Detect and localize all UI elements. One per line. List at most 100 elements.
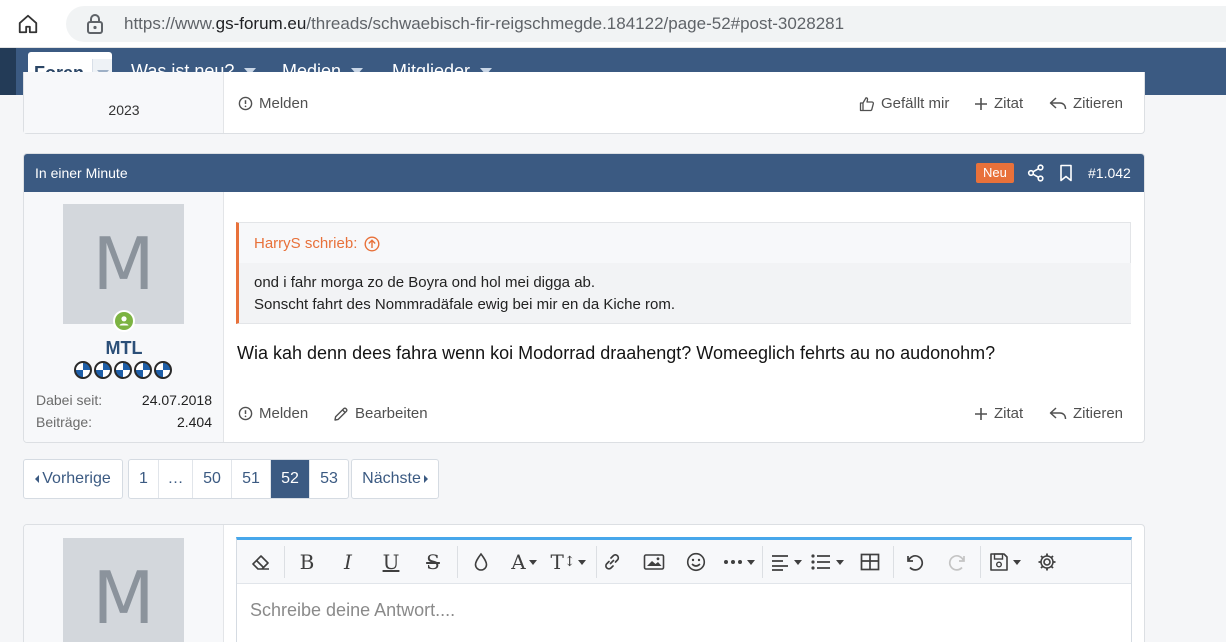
avatar[interactable]: M: [63, 204, 184, 324]
toolbar-divider: [284, 546, 285, 578]
toolbar-divider: [596, 546, 597, 578]
post-number[interactable]: #1.042: [1088, 165, 1131, 181]
reply-user-column: M: [24, 525, 224, 642]
toolbar-divider: [762, 546, 763, 578]
page-link[interactable]: 53: [310, 460, 348, 498]
previous-page-label: Vorherige: [42, 470, 111, 487]
redo-icon[interactable]: [946, 550, 970, 574]
quote-line: Sonscht fahrt des Nommradäfale ewig bei …: [254, 296, 676, 313]
page-list: 1 … 50 51 52 53: [128, 459, 349, 499]
user-rank-icons: [74, 361, 172, 379]
previous-page-button[interactable]: Vorherige: [23, 459, 123, 499]
toolbar-divider: [893, 546, 894, 578]
previous-post: 2023 Melden Gefällt mir Zitat Zitieren: [23, 72, 1145, 134]
toolbar-divider: [980, 546, 981, 578]
posts-row: Beiträge: 2.404: [36, 414, 212, 430]
multiquote-link[interactable]: Zitat: [974, 405, 1023, 422]
page-link[interactable]: 51: [232, 460, 271, 498]
align-icon[interactable]: [770, 550, 804, 574]
quote-author[interactable]: HarryS schrieb:: [254, 235, 380, 252]
image-icon[interactable]: [641, 550, 667, 574]
next-page-button[interactable]: Nächste: [351, 459, 439, 499]
post-message: Wia kah denn dees fahra wenn koi Modorra…: [237, 343, 996, 363]
posts-label: Beiträge:: [36, 414, 93, 430]
rank-badge-icon: [94, 361, 112, 379]
username[interactable]: MTL: [24, 338, 224, 359]
clear-formatting-icon[interactable]: [248, 550, 274, 574]
multiquote-link[interactable]: Zitat: [974, 95, 1023, 112]
page-link[interactable]: 1: [129, 460, 159, 498]
browser-toolbar: https://www.gs-forum.eu/threads/schwaebi…: [0, 0, 1226, 48]
text-color-icon[interactable]: [469, 550, 493, 574]
share-icon[interactable]: [1026, 163, 1046, 183]
posts-value[interactable]: 2.404: [177, 414, 212, 430]
plus-icon: [975, 407, 987, 420]
chevron-right-icon: [423, 475, 428, 483]
link-icon[interactable]: [600, 550, 624, 574]
chevron-left-icon: [35, 475, 40, 483]
toolbar-divider: [457, 546, 458, 578]
list-icon[interactable]: [810, 550, 846, 574]
thumbs-up-icon: [859, 96, 875, 111]
rank-badge-icon: [74, 361, 92, 379]
smiley-icon[interactable]: [684, 550, 708, 574]
reply-input[interactable]: Schreibe deine Antwort....: [250, 600, 455, 621]
report-label: Melden: [259, 95, 309, 112]
alert-circle-icon: [238, 96, 253, 111]
nav-left-strip: [0, 48, 16, 95]
underline-icon[interactable]: U: [379, 550, 403, 574]
post: In einer Minute Neu #1.042 M MTL Dabei s…: [23, 153, 1145, 443]
quote-line: ond i fahr morga zo de Boyra ond hol mei…: [254, 274, 596, 291]
bold-icon[interactable]: B: [295, 550, 319, 574]
italic-icon[interactable]: I: [336, 550, 360, 574]
bookmark-icon[interactable]: [1056, 163, 1076, 183]
arrow-up-circle-icon: [364, 235, 380, 252]
quote-author-label: HarryS schrieb:: [254, 235, 358, 252]
report-link[interactable]: Melden: [238, 95, 308, 112]
undo-icon[interactable]: [902, 550, 926, 574]
url-prefix: https://www.: [124, 14, 216, 33]
plus-icon: [975, 97, 987, 110]
reply-label: Zitieren: [1073, 405, 1124, 422]
home-icon[interactable]: [14, 10, 42, 38]
multiquote-label: Zitat: [994, 405, 1024, 422]
font-size-icon[interactable]: T ↕: [550, 550, 586, 574]
edit-link[interactable]: Bearbeiten: [333, 405, 428, 422]
reply-link[interactable]: Zitieren: [1049, 95, 1123, 112]
page-jump[interactable]: …: [159, 460, 193, 498]
lock-icon: [87, 14, 103, 34]
url-path: /threads/schwaebisch-fir-reigschmegde.18…: [306, 14, 845, 33]
report-label: Melden: [259, 405, 309, 422]
url-domain: gs-forum.eu: [215, 14, 307, 33]
rank-badge-icon: [154, 361, 172, 379]
reply-label: Zitieren: [1073, 95, 1124, 112]
table-icon[interactable]: [858, 550, 882, 574]
quote-block: HarryS schrieb: ond i fahr morga zo de B…: [236, 222, 1131, 324]
post-header: In einer Minute Neu #1.042: [24, 154, 1144, 192]
like-link[interactable]: Gefällt mir: [859, 95, 949, 112]
multiquote-label: Zitat: [994, 95, 1024, 112]
next-page-label: Nächste: [362, 470, 421, 487]
reply-arrow-icon: [1049, 406, 1067, 419]
page-link[interactable]: 50: [193, 460, 232, 498]
strikethrough-icon[interactable]: S: [421, 550, 445, 574]
more-options-icon[interactable]: [722, 550, 758, 574]
rank-badge-icon: [114, 361, 132, 379]
address-bar[interactable]: https://www.gs-forum.eu/threads/schwaebi…: [66, 6, 1226, 42]
joined-row: Dabei seit: 24.07.2018: [36, 392, 212, 408]
report-link[interactable]: Melden: [238, 405, 308, 422]
reply-link[interactable]: Zitieren: [1049, 405, 1123, 422]
gear-icon[interactable]: [1035, 550, 1059, 574]
rich-text-editor: B I U S A T ↕ Schreibe deine Antwort....: [236, 537, 1132, 642]
url-text: https://www.gs-forum.eu/threads/schwaebi…: [124, 14, 844, 34]
post-time[interactable]: In einer Minute: [35, 165, 128, 181]
online-status-icon: [113, 310, 135, 332]
font-family-icon[interactable]: A: [507, 550, 541, 574]
pencil-icon: [334, 406, 348, 421]
post-user-column: M MTL Dabei seit: 24.07.2018 Beiträge: 2…: [24, 192, 224, 442]
joined-value: 24.07.2018: [141, 392, 212, 408]
alert-circle-icon: [238, 406, 253, 421]
previous-post-year: 2023: [108, 102, 140, 118]
save-draft-icon[interactable]: [989, 550, 1025, 574]
page-link-current[interactable]: 52: [271, 460, 310, 498]
